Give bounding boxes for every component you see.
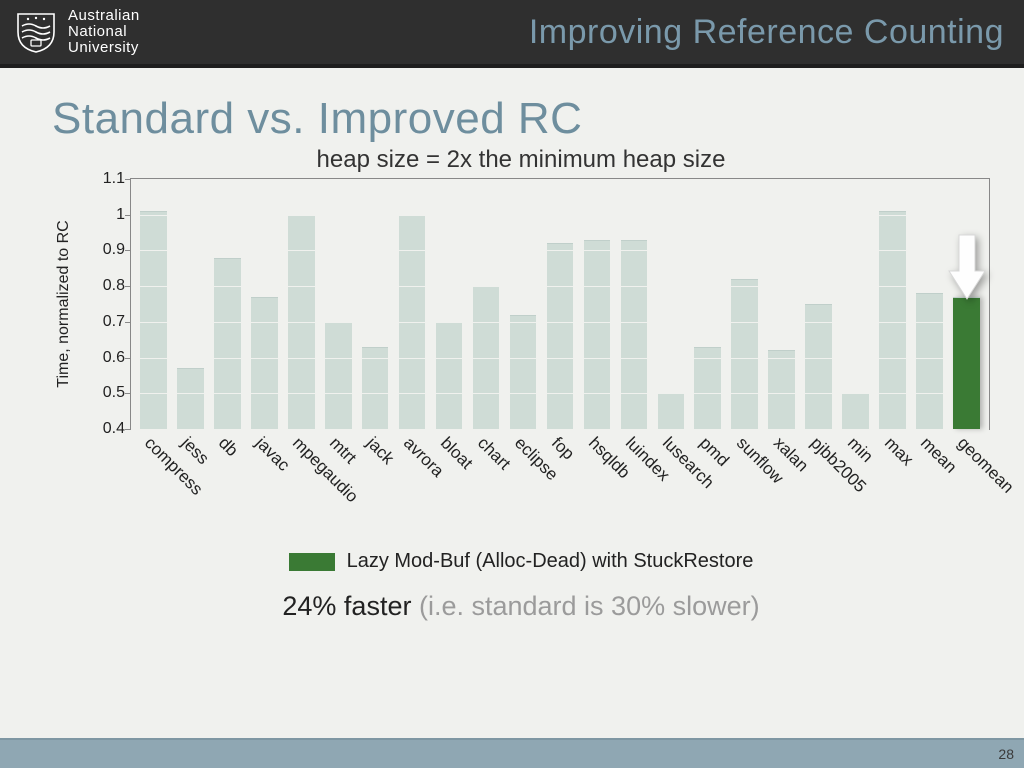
page-number: 28 — [998, 746, 1014, 762]
y-tick-label: 0.7 — [103, 313, 131, 331]
bar — [768, 350, 795, 429]
crest-icon — [14, 10, 58, 54]
bar — [325, 322, 352, 429]
bar — [879, 211, 906, 429]
institution-line1: Australian — [68, 8, 140, 24]
x-tick-label: max — [880, 433, 917, 470]
bar — [731, 279, 758, 429]
bar-slot: db — [209, 179, 246, 429]
y-tick-label: 0.8 — [103, 277, 131, 295]
y-tick-label: 0.9 — [103, 241, 131, 259]
x-tick-label: chart — [473, 433, 514, 474]
bar — [547, 243, 574, 429]
institution-logo: Australian National University — [14, 8, 140, 55]
bar-slot: xalan — [763, 179, 800, 429]
header-bar: Australian National University Improving… — [0, 0, 1024, 68]
bar-slot: mtrt — [320, 179, 357, 429]
bar-slot: luindex — [615, 179, 652, 429]
bar-slot: geomean — [948, 179, 985, 429]
bar-slot: bloat — [431, 179, 468, 429]
chart: Time, normalized to RC compressjessdbjav… — [90, 178, 990, 430]
institution-name: Australian National University — [68, 8, 140, 55]
bar-slot: compress — [135, 179, 172, 429]
bar-slot: min — [837, 179, 874, 429]
bar-slot: max — [874, 179, 911, 429]
bar-slot: pmd — [689, 179, 726, 429]
grid-line — [131, 250, 989, 251]
x-tick-label: mean — [917, 433, 961, 477]
grid-line — [131, 429, 989, 430]
y-tick-label: 1.1 — [103, 170, 131, 188]
bar — [510, 315, 537, 429]
bar-slot: lusearch — [652, 179, 689, 429]
grid-line — [131, 393, 989, 394]
bar-slot: jess — [172, 179, 209, 429]
bars-container: compressjessdbjavacmpegaudiomtrtjackavro… — [131, 179, 989, 429]
grid-line — [131, 358, 989, 359]
bar-slot: sunflow — [726, 179, 763, 429]
bar — [436, 322, 463, 429]
bar-slot: mean — [911, 179, 948, 429]
legend: Lazy Mod-Buf (Alloc-Dead) with StuckRest… — [52, 550, 990, 573]
bar — [916, 293, 943, 429]
bar-slot: mpegaudio — [283, 179, 320, 429]
bar-slot: chart — [468, 179, 505, 429]
conclusion-text: 24% faster (i.e. standard is 30% slower) — [52, 591, 990, 622]
arrow-down-icon — [947, 233, 987, 303]
bar-slot: javac — [246, 179, 283, 429]
y-tick-label: 1 — [116, 206, 131, 224]
x-tick-label: geomean — [954, 433, 1018, 497]
y-tick-label: 0.5 — [103, 384, 131, 402]
bar-slot: jack — [357, 179, 394, 429]
y-axis-label: Time, normalized to RC — [55, 220, 73, 387]
header-title: Improving Reference Counting — [140, 13, 1004, 52]
bar — [362, 347, 389, 429]
bar — [251, 297, 278, 429]
bar-slot: fop — [541, 179, 578, 429]
bar — [214, 258, 241, 429]
institution-line3: University — [68, 40, 140, 56]
footer-bar: 28 — [0, 738, 1024, 768]
legend-label: Lazy Mod-Buf (Alloc-Dead) with StuckRest… — [347, 550, 754, 573]
conclusion-weak: (i.e. standard is 30% slower) — [411, 591, 759, 621]
y-tick-label: 0.6 — [103, 349, 131, 367]
grid-line — [131, 215, 989, 216]
plot-area: compressjessdbjavacmpegaudiomtrtjackavro… — [130, 178, 990, 430]
x-tick-label: avrora — [399, 433, 447, 481]
x-tick-label: db — [215, 433, 243, 461]
bar-slot: pjbb2005 — [800, 179, 837, 429]
legend-swatch — [289, 553, 335, 571]
bar — [694, 347, 721, 429]
bar — [584, 240, 611, 429]
bar-slot: eclipse — [505, 179, 542, 429]
institution-line2: National — [68, 24, 140, 40]
bar — [621, 240, 648, 429]
conclusion-strong: 24% faster — [282, 591, 411, 621]
bar — [658, 393, 685, 429]
slide-body: Standard vs. Improved RC heap size = 2x … — [0, 68, 1024, 622]
bar — [842, 393, 869, 429]
x-tick-label: jack — [362, 433, 398, 469]
chart-title: heap size = 2x the minimum heap size — [52, 146, 990, 174]
x-tick-label: javac — [252, 433, 294, 475]
y-tick-label: 0.4 — [103, 420, 131, 438]
bar — [177, 368, 204, 429]
slide-title: Standard vs. Improved RC — [52, 94, 990, 144]
grid-line — [131, 179, 989, 180]
x-tick-label: fop — [547, 433, 578, 464]
bar — [140, 211, 167, 429]
grid-line — [131, 322, 989, 323]
bar-slot: hsqldb — [578, 179, 615, 429]
grid-line — [131, 286, 989, 287]
bar-highlight — [953, 297, 980, 429]
bar-slot: avrora — [394, 179, 431, 429]
